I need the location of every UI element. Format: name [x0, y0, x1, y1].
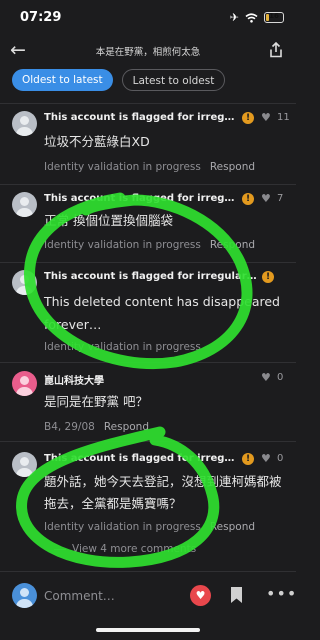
comment-meta: Identity validation in progress Respond: [44, 521, 255, 533]
like-post-icon[interactable]: ♥: [190, 585, 211, 606]
divider: [0, 262, 296, 263]
comment-text: This deleted content has disappeared for…: [44, 294, 280, 332]
respond-button[interactable]: Respond: [210, 161, 255, 173]
my-avatar: [12, 583, 37, 608]
view-more-label: View 4 more comments: [72, 543, 197, 555]
wifi-icon: [245, 12, 258, 23]
comment-author[interactable]: This account is flagged for irregulariti…: [44, 453, 239, 464]
post-title: 本是在野黨，相煎何太急: [95, 47, 201, 58]
warning-icon[interactable]: !: [242, 453, 254, 465]
like-count: 11: [277, 112, 290, 123]
comment-text: 垃圾不分藍綠白XD: [44, 134, 150, 149]
avatar[interactable]: [12, 270, 37, 295]
share-icon[interactable]: [268, 42, 284, 58]
status-bar: 07:29 ✈ 16: [0, 0, 296, 34]
status-icons: ✈ 16: [230, 11, 284, 24]
clock: 07:29: [20, 10, 62, 25]
divider: [0, 184, 296, 185]
heart-icon[interactable]: ♥: [261, 111, 271, 124]
heart-icon[interactable]: ♥: [261, 192, 271, 205]
comment-author[interactable]: This account is flagged for irregulariti…: [44, 193, 239, 204]
comment-status: Identity validation in progress: [44, 341, 201, 353]
respond-button[interactable]: Respond: [104, 421, 149, 433]
like-count: 0: [277, 372, 284, 383]
divider: [0, 441, 296, 442]
avatar[interactable]: [12, 192, 37, 217]
warning-icon[interactable]: !: [242, 112, 254, 124]
comment-meta: Identity validation in progress: [44, 341, 201, 353]
top-bar: ← 本是在野黨，相煎何太急: [0, 36, 296, 68]
comment-status: Identity validation in progress: [44, 161, 201, 173]
heart-icon[interactable]: ♥: [261, 452, 271, 465]
comment-author[interactable]: This account is flagged for irregulariti…: [44, 112, 239, 123]
comment-text: 是同是在野黨 吧？: [44, 394, 148, 409]
tab-latest-to-oldest[interactable]: Latest to oldest: [121, 69, 226, 91]
avatar[interactable]: [12, 111, 37, 136]
comment-status: Identity validation in progress: [44, 521, 201, 533]
comment-author[interactable]: This account is flagged for irregulariti…: [44, 271, 259, 282]
airplane-mode-icon: ✈: [229, 11, 239, 24]
avatar[interactable]: [12, 452, 37, 477]
heart-icon[interactable]: ♥: [261, 371, 271, 384]
divider: [0, 362, 296, 363]
respond-button[interactable]: Respond: [210, 521, 255, 533]
comment-text: 正常 換個位置換個腦袋: [44, 213, 173, 228]
avatar[interactable]: [12, 371, 37, 396]
comment-meta: B4, 29/08 Respond: [44, 421, 149, 433]
back-arrow-icon[interactable]: ←: [10, 39, 26, 61]
warning-icon[interactable]: !: [242, 193, 254, 205]
bookmark-icon[interactable]: [230, 586, 243, 604]
home-indicator: [96, 628, 200, 632]
comment-composer: ♥ •••: [0, 571, 296, 617]
battery-icon: 16: [264, 12, 284, 23]
comment-text: 題外話，她今天去登記，沒想到連柯媽都被拖去，全黨都是媽寶嗎？: [44, 474, 282, 511]
respond-button[interactable]: Respond: [210, 239, 255, 251]
comment-meta: Identity validation in progress Respond: [44, 161, 255, 173]
view-more-button[interactable]: View 4 more comments: [54, 543, 196, 555]
like-count: 7: [277, 193, 284, 204]
warning-icon[interactable]: !: [262, 271, 274, 283]
battery-level: 16: [269, 12, 279, 20]
like-count: 0: [277, 453, 284, 464]
tab-oldest-to-latest[interactable]: Oldest to latest: [12, 69, 113, 91]
comment-author[interactable]: 崑山科技大學: [44, 372, 239, 387]
comment-date: B4, 29/08: [44, 421, 95, 433]
more-options-icon[interactable]: •••: [266, 584, 297, 603]
divider: [0, 103, 296, 104]
comment-input[interactable]: [44, 586, 174, 606]
sort-tabs: Oldest to latest Latest to oldest: [12, 69, 226, 91]
comment-meta: Identity validation in progress Respond: [44, 239, 255, 251]
comment-status: Identity validation in progress: [44, 239, 201, 251]
